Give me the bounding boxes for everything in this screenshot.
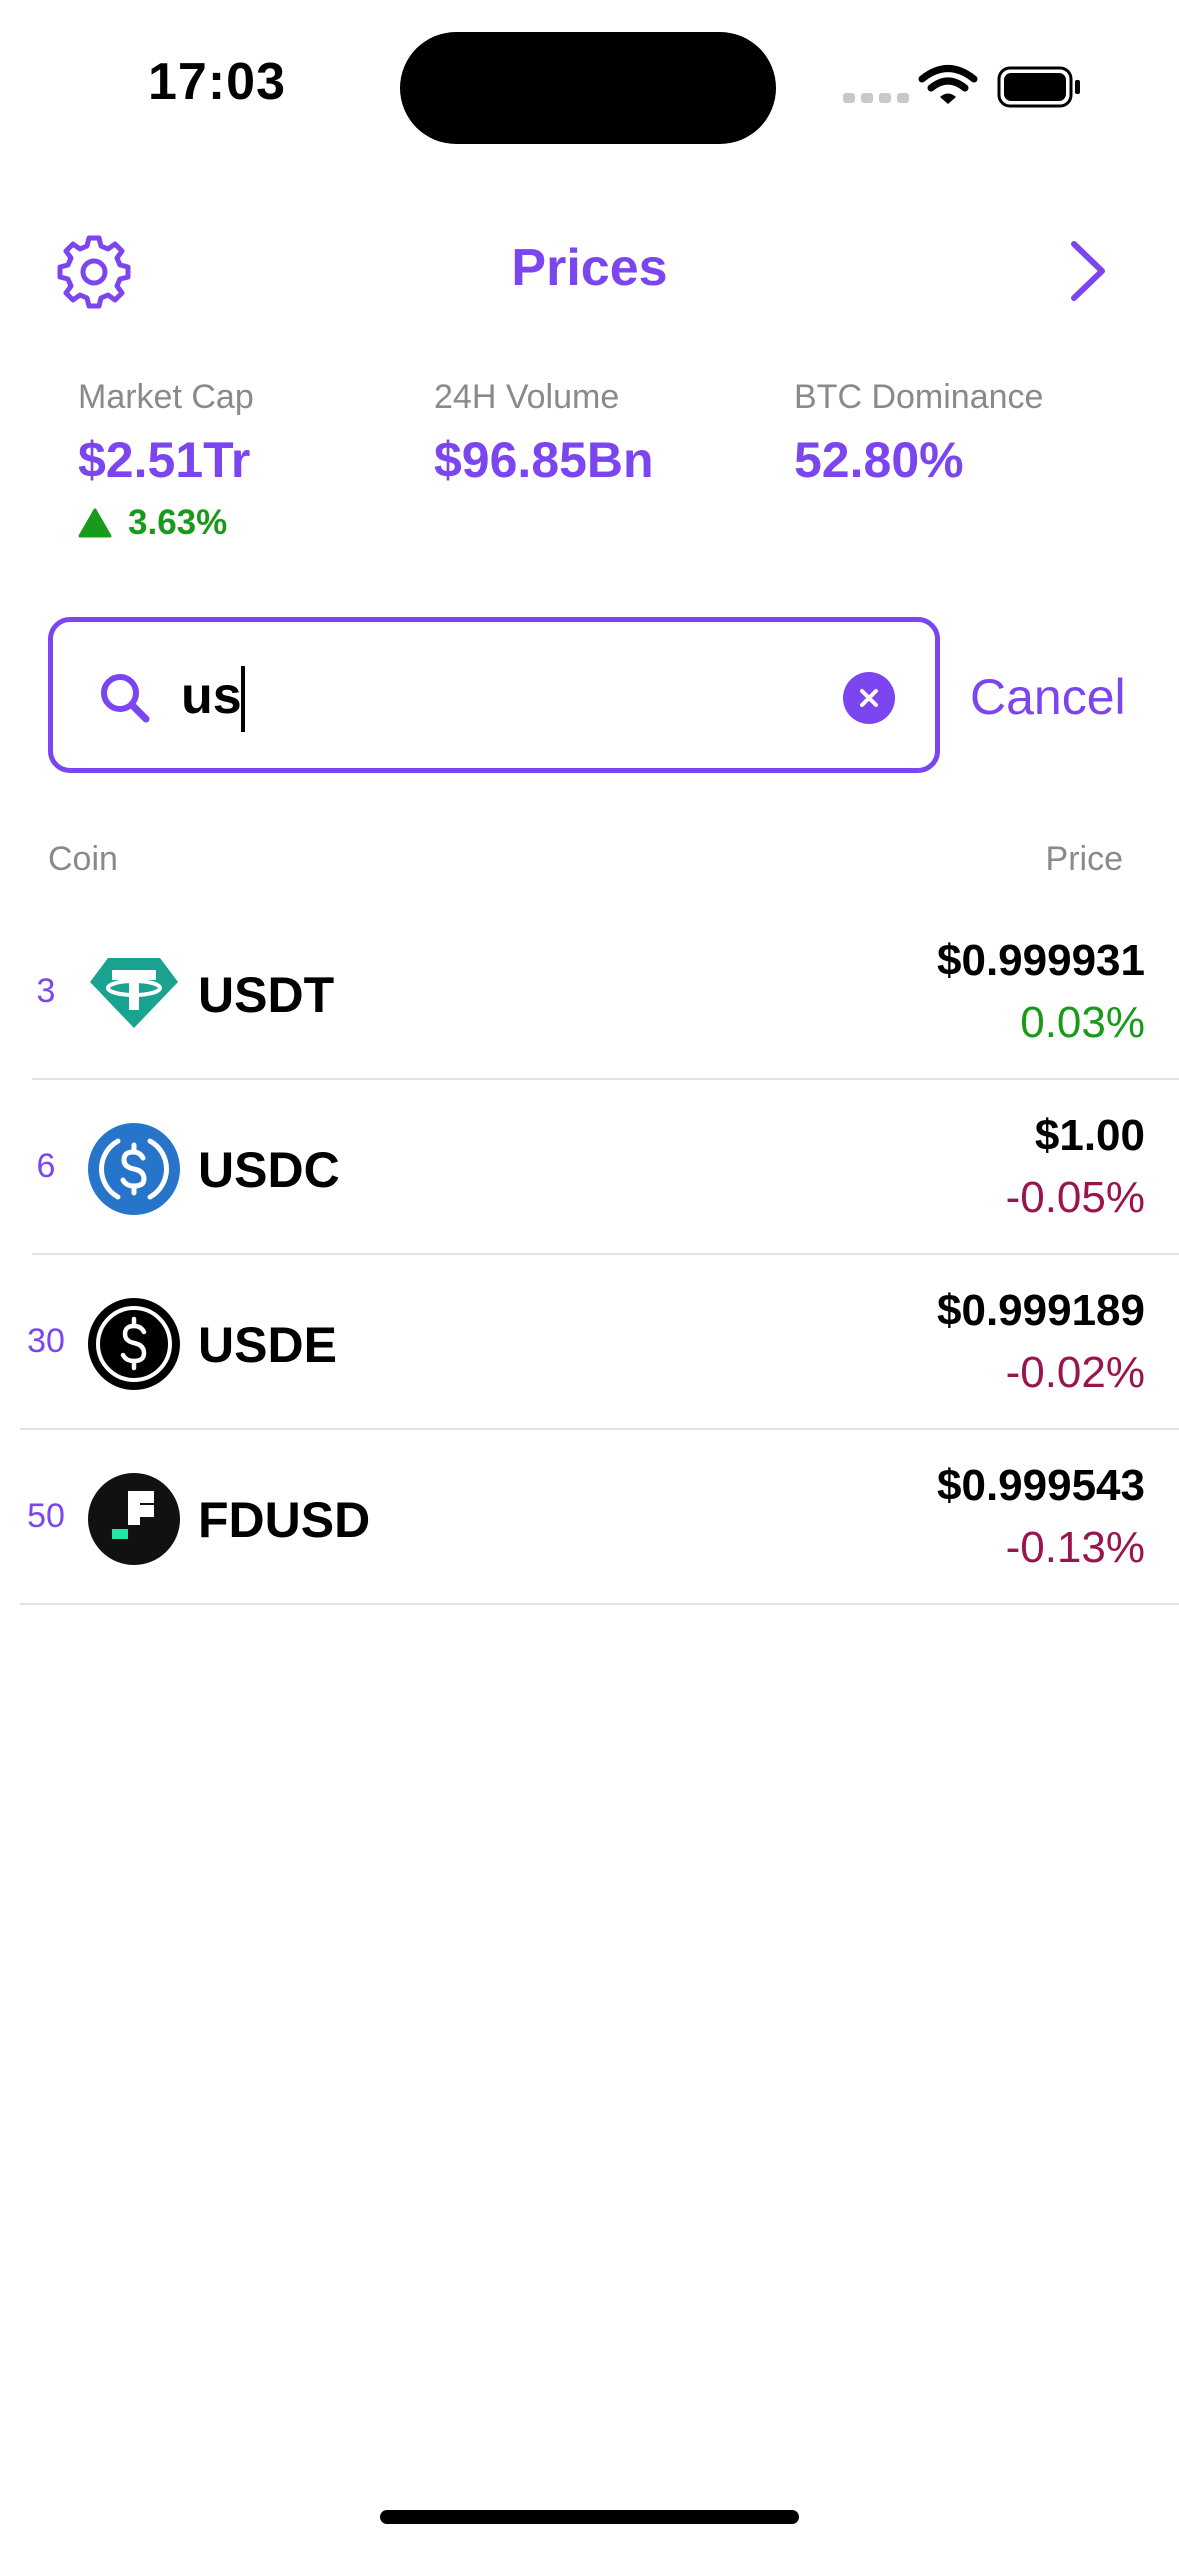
market-cap-label: Market Cap	[78, 378, 254, 416]
coin-rank: 30	[27, 1322, 65, 1360]
coin-row-usdc[interactable]: 6 USDC $1.00 -0.05%	[0, 1081, 1179, 1255]
tether-logo-icon	[90, 958, 178, 1028]
market-cap-value: $2.51Tr	[78, 432, 251, 488]
btc-dominance-value: 52.80%	[794, 432, 964, 488]
wifi-icon	[918, 65, 978, 104]
coin-column-header[interactable]: Coin	[48, 840, 118, 879]
clear-search-button[interactable]	[843, 672, 895, 724]
row-divider	[20, 1603, 1179, 1605]
chevron-right-icon	[1071, 241, 1105, 301]
dynamic-island	[400, 32, 776, 144]
volume-stat: 24H Volume $96.85Bn	[434, 378, 654, 489]
btc-dominance-stat: BTC Dominance 52.80%	[794, 378, 1043, 489]
coin-row-usdt[interactable]: 3 USDT $0.999931 0.03%	[0, 906, 1179, 1080]
coin-rank: 3	[36, 972, 56, 1010]
text-cursor	[241, 666, 245, 732]
page-title: Prices	[511, 239, 668, 297]
price-column-header[interactable]: Price	[1046, 840, 1123, 879]
forward-button[interactable]	[1058, 236, 1118, 306]
clear-circle-icon	[860, 689, 878, 707]
home-indicator[interactable]	[380, 2510, 799, 2524]
coin-row-fdusd[interactable]: 50 FDUSD $0.999543 -0.13%	[0, 1431, 1179, 1605]
fdusd-logo-icon	[88, 1473, 180, 1565]
coin-change: -0.13%	[1005, 1523, 1145, 1572]
btc-dominance-label: BTC Dominance	[794, 378, 1044, 416]
volume-value: $96.85Bn	[434, 432, 654, 488]
usde-logo-icon	[88, 1298, 180, 1390]
search-field[interactable]	[48, 617, 940, 773]
coin-change: -0.02%	[1005, 1348, 1145, 1397]
coin-change: -0.05%	[1005, 1173, 1145, 1222]
market-cap-stat: Market Cap $2.51Tr 3.63%	[78, 378, 254, 543]
coin-rank: 50	[27, 1497, 65, 1535]
coin-price: $0.999189	[937, 1286, 1145, 1335]
search-icon	[101, 674, 150, 723]
coin-rank: 6	[36, 1147, 56, 1185]
coin-row-usde[interactable]: 30 USDE $0.999189 -0.02%	[0, 1256, 1179, 1430]
volume-label: 24H Volume	[434, 378, 620, 416]
coin-price: $1.00	[1034, 1111, 1145, 1160]
status-time: 17:03	[148, 53, 286, 111]
coin-symbol: USDC	[198, 1142, 340, 1198]
coin-symbol: USDT	[198, 967, 335, 1023]
coin-symbol: FDUSD	[198, 1492, 371, 1548]
row-divider	[20, 1428, 1179, 1430]
row-divider	[32, 1253, 1179, 1255]
usdc-logo-icon	[88, 1123, 180, 1215]
battery-icon	[997, 66, 1080, 108]
coin-price: $0.999543	[937, 1461, 1145, 1510]
search-input[interactable]	[181, 658, 821, 734]
row-divider	[32, 1078, 1179, 1080]
cellular-signal-icon	[843, 93, 909, 103]
market-cap-change-value: 3.63%	[128, 503, 228, 542]
coin-price: $0.999931	[937, 936, 1145, 985]
triangle-up-icon	[78, 508, 112, 538]
coin-symbol: USDE	[198, 1317, 337, 1373]
coin-change: 0.03%	[1020, 998, 1145, 1047]
cancel-button[interactable]: Cancel	[970, 668, 1126, 726]
market-cap-change: 3.63%	[78, 503, 254, 543]
